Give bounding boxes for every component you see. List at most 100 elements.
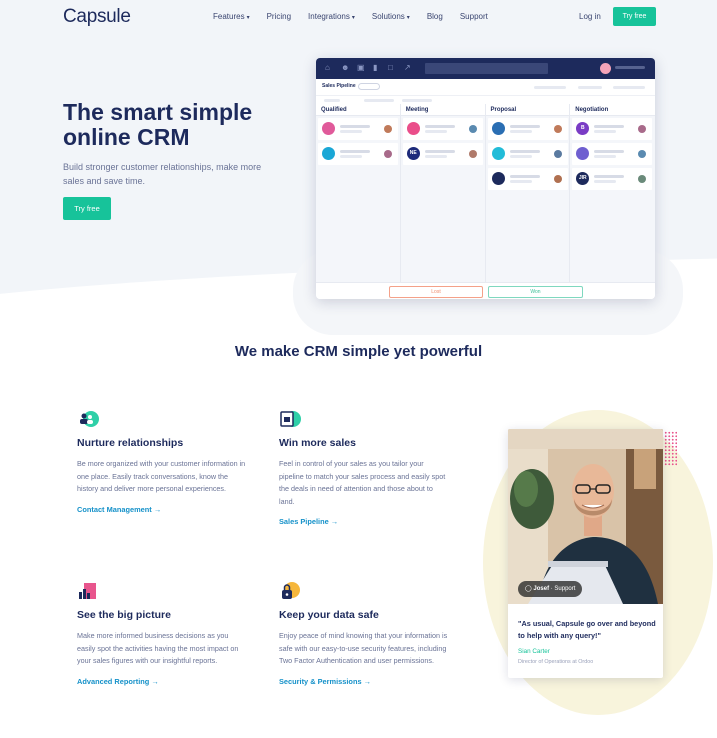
people-icon [77,408,99,430]
card-line [509,125,540,128]
column-title: Meeting [400,104,485,116]
box-icon: □ [388,63,393,72]
avatar [553,125,562,133]
try-free-nav-button[interactable]: Try free [613,7,656,26]
support-person-photo [508,429,663,604]
mock-placeholder [613,86,645,89]
mock-placeholder [364,99,394,102]
chart-icon [77,580,99,602]
top-nav: Capsule Features ▾ Pricing Integrations ▾ … [0,0,717,34]
deal-card [572,143,653,165]
nav-link-features[interactable]: Features ▾ [213,12,250,21]
card-line [594,155,617,158]
feature-title: Keep your data safe [279,609,379,621]
pipeline-column: Qualified [316,104,401,282]
mock-user-name [615,66,645,69]
login-link[interactable]: Log in [579,12,601,21]
card-line [509,175,540,178]
company-logo [322,122,335,135]
feature-title: Win more sales [279,437,356,449]
person-icon: ☻ [341,63,350,72]
card-line [424,125,455,128]
card-line [594,175,625,178]
feature-title: Nurture relationships [77,437,184,449]
avatar [638,150,647,158]
hero-title: The smart simple online CRM [63,99,253,150]
card-line [340,150,370,153]
column-title: Qualified [316,104,400,116]
avatar [553,175,562,183]
app-screenshot: ⌂ ☻ ▣ ▮ □ ↗ Sales Pipeline Qualified Mee… [316,58,655,299]
support-tag: ◯ Josef · Support [518,581,583,597]
pipeline-column: Proposal [485,104,571,282]
deal-card [318,118,398,140]
company-logo [491,147,505,160]
deal-card: JIR [572,168,653,190]
feature-win-sales: Win more sales Feel in control of your s… [279,408,449,526]
contact-management-link[interactable]: Contact Management → [77,505,247,514]
pipeline-icon [279,408,301,430]
avatar [600,63,611,74]
decorative-dots [664,431,677,466]
column-body [485,116,570,282]
company-logo [322,147,335,160]
card-line [594,125,625,128]
card-line [340,155,362,158]
mock-placeholder [402,99,432,102]
feature-title: See the big picture [77,609,171,621]
card-line [340,130,362,133]
feature-text: Enjoy peace of mind knowing that your in… [279,631,448,665]
advanced-reporting-link[interactable]: Advanced Reporting → [77,677,247,686]
chevron-down-icon: ▾ [351,15,355,21]
tag-name: Josef [533,586,550,592]
company-logo [491,172,505,185]
card-line [594,150,625,153]
card-line [509,155,532,158]
avatar [553,150,562,158]
capsule-logo[interactable]: Capsule [63,6,131,28]
deal-card [318,143,398,165]
column-body: NE [400,116,485,282]
column-title: Negotiation [570,104,655,116]
deal-card [487,118,568,140]
nav-link-integrations[interactable]: Integrations ▾ [308,12,355,21]
mock-placeholder [324,99,340,102]
chevron-down-icon: ▾ [246,15,250,21]
avatar [468,150,477,158]
card-line [340,125,370,128]
column-body [316,116,400,282]
sales-pipeline-link[interactable]: Sales Pipeline → [279,517,449,526]
pipeline-column: Negotiation B JIR [570,104,655,282]
nav-link-pricing[interactable]: Pricing [267,12,291,21]
feature-text: Feel in control of your sales as you tai… [279,459,446,506]
feature-text: Make more informed business decisions as… [77,631,239,665]
mock-search [425,63,548,74]
mock-toolbar: ⌂ ☻ ▣ ▮ □ ↗ [316,58,655,79]
deal-card [487,168,568,190]
avatar [638,175,647,183]
feature-text: Be more organized with your customer inf… [77,459,246,493]
avatar [384,125,392,133]
column-body: B JIR [570,116,655,282]
company-logo [406,122,420,135]
card-line [509,150,540,153]
lost-dropzone: Lost [389,286,483,298]
company-logo: NE [406,147,420,160]
deal-card: NE [402,143,483,165]
avatar [468,125,477,133]
hero-subtitle: Build stronger customer relationships, m… [63,162,262,186]
section-title: We make CRM simple yet powerful [234,343,483,360]
try-free-hero-button[interactable]: Try free [63,197,111,220]
pipeline-column: Meeting NE [400,104,486,282]
chevron-down-icon: ▾ [406,15,410,21]
nav-link-support[interactable]: Support [460,12,488,21]
mock-footer: Lost Won [316,282,655,299]
nav-links: Features ▾ Pricing Integrations ▾ Solution… [213,12,505,21]
deal-card [402,118,483,140]
nav-link-blog[interactable]: Blog [427,12,443,21]
deal-card [487,143,568,165]
person-icon: ◯ [525,586,532,592]
security-permissions-link[interactable]: Security & Permissions → [279,677,449,686]
avatar [638,125,647,133]
nav-link-solutions[interactable]: Solutions ▾ [372,12,410,21]
